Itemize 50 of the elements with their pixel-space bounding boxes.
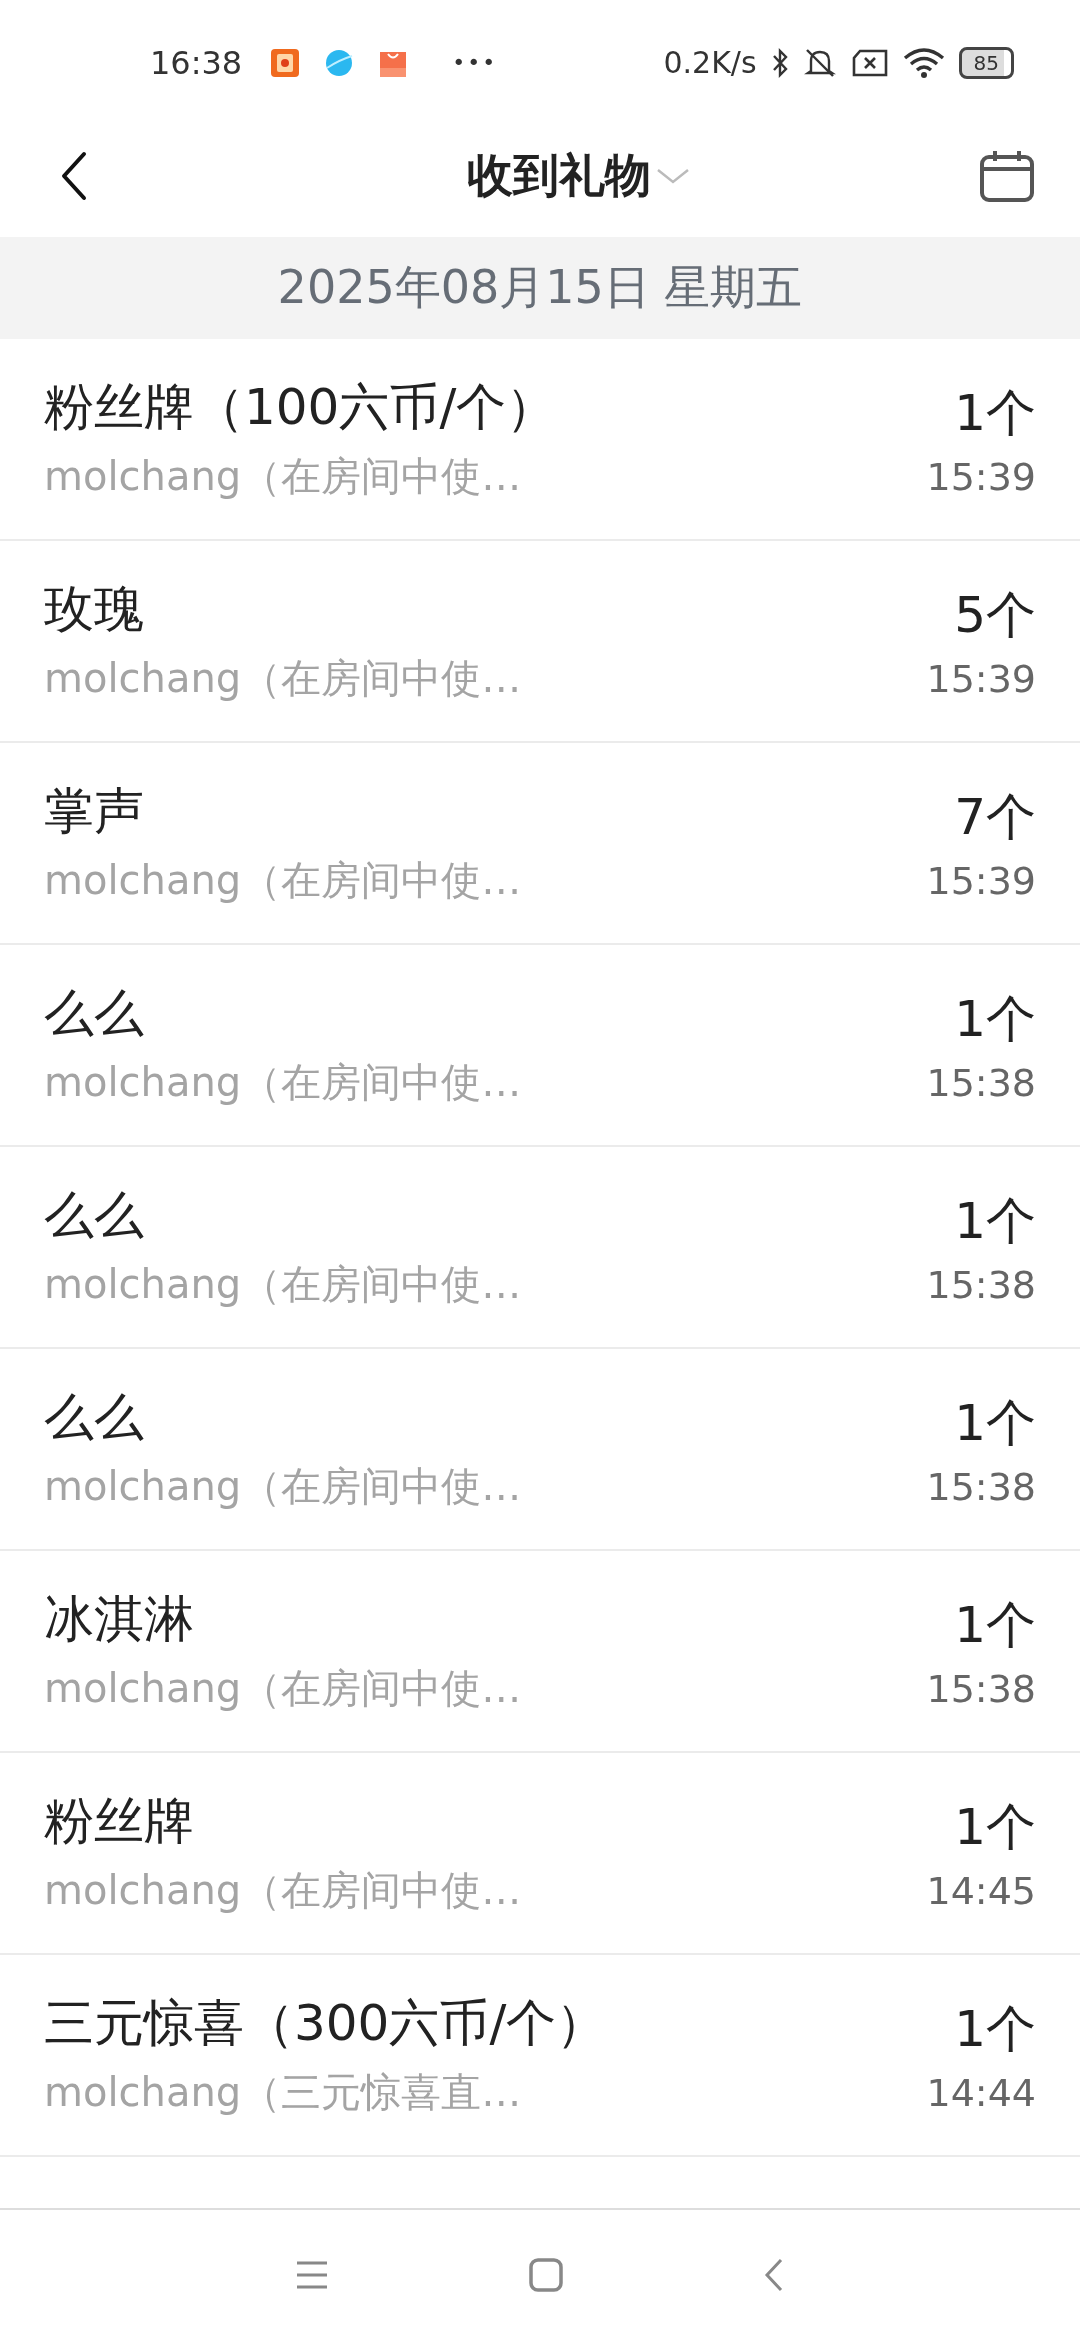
gift-time: 15:38 bbox=[926, 1262, 1036, 1307]
date-heading: 2025年08月15日 星期五 bbox=[277, 259, 803, 316]
gift-name: 玫瑰 bbox=[44, 579, 145, 640]
gift-name: 么么 bbox=[44, 1185, 145, 1246]
gift-time: 15:38 bbox=[926, 1464, 1036, 1509]
gift-sender: molchang（在房间中使… bbox=[44, 1866, 522, 1915]
gift-count: 1个 bbox=[954, 988, 1036, 1050]
gift-sender: molchang（在房间中使… bbox=[44, 1664, 522, 1713]
gift-sender: molchang（在房间中使… bbox=[44, 1462, 522, 1511]
gift-count: 1个 bbox=[954, 1594, 1036, 1656]
gift-time: 15:38 bbox=[926, 1060, 1036, 1105]
planet-app-icon bbox=[324, 47, 355, 78]
gift-name: 三元惊喜（300六币/个） bbox=[44, 1993, 607, 2054]
gift-time: 14:44 bbox=[926, 2070, 1036, 2115]
gift-sender: molchang（在房间中使… bbox=[44, 654, 522, 703]
calendar-icon[interactable] bbox=[979, 149, 1035, 203]
home-icon[interactable] bbox=[529, 2258, 563, 2292]
gift-sender: molchang（在房间中使… bbox=[44, 1058, 522, 1107]
more-notifications: ••• bbox=[452, 50, 498, 75]
gift-sender: molchang（在房间中使… bbox=[44, 452, 523, 501]
gift-count: 1个 bbox=[954, 1190, 1036, 1252]
gift-count: 1个 bbox=[954, 1796, 1036, 1858]
network-speed: 0.2K/s bbox=[663, 45, 757, 80]
page-title[interactable]: 收到礼物 bbox=[466, 145, 651, 207]
gift-count: 5个 bbox=[954, 584, 1036, 646]
gift-name: 么么 bbox=[44, 983, 145, 1044]
gift-count: 7个 bbox=[954, 786, 1036, 848]
gift-sender: molchang（在房间中使… bbox=[44, 856, 522, 905]
gift-time: 15:38 bbox=[926, 1666, 1036, 1711]
gift-name: 掌声 bbox=[44, 781, 145, 842]
gift-sender: molchang（在房间中使… bbox=[44, 1260, 522, 1309]
gift-time: 15:39 bbox=[926, 454, 1036, 499]
gift-name: 粉丝牌 bbox=[44, 1791, 195, 1852]
gift-sender: molchang（三元惊喜直… bbox=[44, 2068, 523, 2117]
gift-name: 冰淇淋 bbox=[44, 1589, 195, 1650]
back-icon[interactable] bbox=[60, 151, 88, 201]
wifi-icon bbox=[902, 46, 945, 79]
bluetooth-icon bbox=[770, 46, 789, 79]
menu-icon[interactable] bbox=[295, 2260, 329, 2290]
gift-name: 么么 bbox=[44, 1387, 145, 1448]
gift-count: 1个 bbox=[954, 382, 1036, 444]
status-time: 16:38 bbox=[150, 43, 243, 82]
gift-time: 15:39 bbox=[926, 858, 1036, 903]
gift-name: 粉丝牌（100六币/个） bbox=[44, 377, 557, 438]
battery-indicator: 85 bbox=[958, 46, 1014, 79]
gift-time: 14:45 bbox=[926, 1868, 1036, 1913]
gift-time: 15:39 bbox=[926, 656, 1036, 701]
gift-count: 1个 bbox=[954, 1998, 1036, 2060]
no-sim-icon bbox=[850, 47, 889, 78]
gift-count: 1个 bbox=[954, 1392, 1036, 1454]
